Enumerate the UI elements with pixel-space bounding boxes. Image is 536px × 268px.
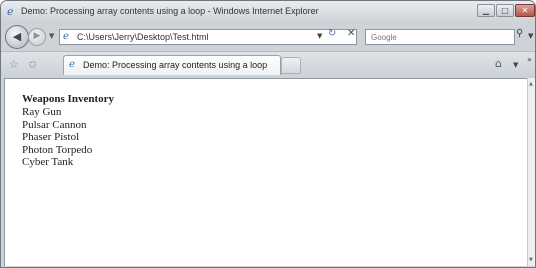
stop-icon[interactable]: ✕ [347, 28, 355, 39]
address-dropdown[interactable]: ▼ [317, 32, 322, 40]
item-list: Ray Gun Pulsar Cannon Phaser Pistol Phot… [22, 106, 114, 169]
page-icon: ℯ [63, 31, 69, 42]
tab-page-icon: ℯ [69, 59, 75, 70]
add-favorites-icon[interactable]: ✩ [28, 58, 37, 71]
list-item: Photon Torpedo [22, 143, 93, 156]
list-item: Pulsar Cannon [22, 118, 87, 131]
page-viewport: Weapons Inventory Ray Gun Pulsar Cannon … [4, 78, 527, 266]
maximize-icon: □ [501, 6, 509, 15]
tab-bar: ☆ ✩ ℯ Demo: Processing array contents us… [1, 51, 535, 78]
page-body: Weapons Inventory Ray Gun Pulsar Cannon … [22, 93, 114, 169]
tab-label: Demo: Processing array contents using a … [83, 60, 268, 70]
navigation-bar: ◀ ▶ ▼ ℯ C:\Users\Jerry\Desktop\Test.html… [1, 23, 535, 51]
favorites-star-icon[interactable]: ☆ [9, 58, 19, 71]
title-bar: ℯ Demo: Processing array contents using … [1, 1, 535, 23]
refresh-icon[interactable]: ↻ [328, 28, 336, 39]
scroll-down-icon[interactable]: ▼ [529, 257, 533, 263]
window-controls: ▁ □ ✕ [476, 4, 535, 18]
address-bar[interactable]: ℯ C:\Users\Jerry\Desktop\Test.html [59, 29, 357, 45]
back-button[interactable]: ◀ [5, 25, 29, 49]
vertical-scrollbar[interactable]: ▲ ▼ [527, 78, 535, 266]
forward-button[interactable]: ▶ [28, 28, 46, 46]
minimize-button[interactable]: ▁ [477, 4, 495, 17]
tab-active[interactable]: ℯ Demo: Processing array contents using … [63, 55, 281, 75]
home-icon[interactable]: ⌂ [495, 57, 502, 70]
new-tab-button[interactable] [281, 57, 301, 74]
back-arrow-icon: ◀ [12, 30, 22, 43]
page-heading: Weapons Inventory [22, 93, 114, 105]
scroll-up-icon[interactable]: ▲ [529, 81, 533, 87]
search-options-dropdown[interactable]: ▼ [528, 32, 533, 40]
close-icon: ✕ [521, 6, 529, 15]
list-item: Phaser Pistol [22, 131, 80, 143]
list-item: Cyber Tank [22, 156, 74, 168]
close-button[interactable]: ✕ [515, 4, 535, 17]
address-text[interactable]: C:\Users\Jerry\Desktop\Test.html [77, 32, 209, 42]
forward-arrow-icon: ▶ [33, 31, 41, 41]
maximize-button[interactable]: □ [496, 4, 514, 17]
search-icon[interactable]: ⚲ [516, 28, 523, 39]
search-input[interactable] [366, 30, 514, 44]
list-item: Ray Gun [22, 106, 62, 118]
search-box[interactable] [365, 29, 515, 45]
window-title: Demo: Processing array contents using a … [21, 6, 319, 16]
ie-icon: ℯ [7, 5, 14, 18]
browser-window: ℯ Demo: Processing array contents using … [0, 0, 536, 268]
home-dropdown[interactable]: ▼ [513, 61, 518, 69]
chevron-more-icon[interactable]: » [527, 55, 532, 64]
minimize-icon: ▁ [482, 6, 490, 15]
recent-pages-dropdown[interactable]: ▼ [49, 32, 54, 40]
